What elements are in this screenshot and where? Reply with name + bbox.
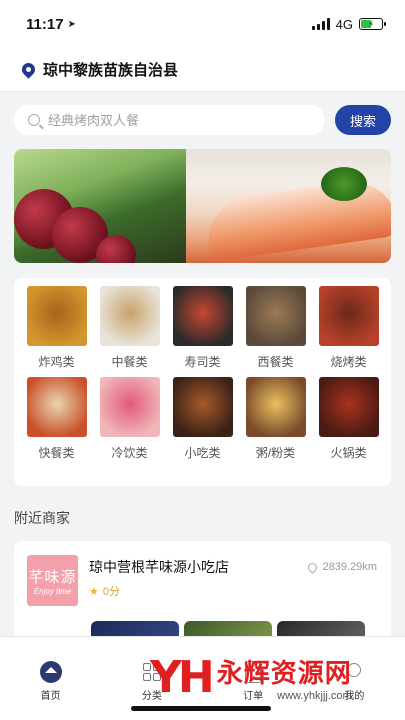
battery-icon: ⚡ <box>359 18 386 30</box>
category-item[interactable]: 快餐类 <box>20 377 93 460</box>
category-image <box>99 377 160 437</box>
status-bar: 11:17 ➤ 4G ⚡ <box>0 0 405 48</box>
category-label: 西餐类 <box>257 355 294 369</box>
category-item[interactable]: 烧烤类 <box>312 286 385 369</box>
category-label: 寿司类 <box>184 355 221 369</box>
watermark: YH 永辉资源网 www.yhkjjj.com <box>150 652 352 703</box>
category-item[interactable]: 西餐类 <box>239 286 312 369</box>
banner-image-shrimp <box>186 149 391 263</box>
search-box[interactable] <box>14 105 325 135</box>
category-label: 中餐类 <box>111 355 148 369</box>
banner-image-berries <box>14 149 186 263</box>
category-image <box>318 377 379 437</box>
category-label: 小吃类 <box>184 446 221 460</box>
category-image <box>245 377 306 437</box>
watermark-url: www.yhkjjj.com <box>277 690 352 702</box>
category-item[interactable]: 火锅类 <box>312 377 385 460</box>
category-image <box>172 377 233 437</box>
status-indicators: 4G ⚡ <box>311 16 386 32</box>
category-image <box>318 286 379 346</box>
status-time: 11:17 <box>26 15 64 33</box>
network-type: 4G <box>335 16 353 32</box>
category-item[interactable]: 炸鸡类 <box>20 286 93 369</box>
distance-value: 2839.29km <box>322 561 377 573</box>
signal-icon <box>311 18 330 30</box>
promo-banner[interactable] <box>14 149 391 263</box>
category-label: 烧烤类 <box>330 355 367 369</box>
category-image <box>99 286 160 346</box>
watermark-logo: YH <box>150 652 215 703</box>
home-icon <box>39 661 62 683</box>
category-item[interactable]: 中餐类 <box>93 286 166 369</box>
category-grid: 炸鸡类 中餐类 寿司类 西餐类 烧烤类快餐类 冷饮类 小吃类 粥/粉类 火锅类 <box>20 286 385 460</box>
tab-home[interactable]: 首页 <box>0 637 101 720</box>
search-row: 搜索 <box>14 104 391 136</box>
merchant-rating: ★ 0分 <box>89 583 120 599</box>
category-label: 炸鸡类 <box>38 355 75 369</box>
category-image <box>26 377 87 437</box>
home-indicator <box>131 706 271 711</box>
merchant-distance: 2839.29km <box>305 560 377 574</box>
category-item[interactable]: 冷饮类 <box>93 377 166 460</box>
category-item[interactable]: 小吃类 <box>166 377 239 460</box>
location-bar[interactable]: 琼中黎族苗族自治县 <box>0 48 405 92</box>
location-pin-icon <box>19 60 38 79</box>
merchant-logo: 芊味源 Enjoy time <box>27 555 78 606</box>
location-arrow-icon: ➤ <box>67 18 76 30</box>
category-label: 粥/粉类 <box>255 446 296 460</box>
category-item[interactable]: 粥/粉类 <box>239 377 312 460</box>
category-image <box>26 286 87 346</box>
nearby-section-title: 附近商家 <box>14 510 70 526</box>
category-image <box>172 286 233 346</box>
category-label: 火锅类 <box>330 446 367 460</box>
category-label: 冷饮类 <box>111 446 148 460</box>
category-card: 炸鸡类 中餐类 寿司类 西餐类 烧烤类快餐类 冷饮类 小吃类 粥/粉类 火锅类 <box>14 278 391 486</box>
location-name: 琼中黎族苗族自治县 <box>43 62 179 79</box>
star-icon: ★ <box>89 585 99 598</box>
category-item[interactable]: 寿司类 <box>166 286 239 369</box>
search-input[interactable] <box>48 112 248 128</box>
category-label: 快餐类 <box>38 446 75 460</box>
rating-value: 0分 <box>102 586 120 598</box>
merchant-card[interactable]: 芊味源 Enjoy time 琼中营根芊味源小吃店 ★ 0分 2839.29km <box>14 541 391 651</box>
merchant-name: 琼中营根芊味源小吃店 <box>89 559 229 575</box>
watermark-title: 永辉资源网 <box>216 658 352 688</box>
category-image <box>245 286 306 346</box>
search-button[interactable]: 搜索 <box>335 105 391 135</box>
search-icon <box>28 114 40 126</box>
distance-pin-icon <box>305 560 319 574</box>
